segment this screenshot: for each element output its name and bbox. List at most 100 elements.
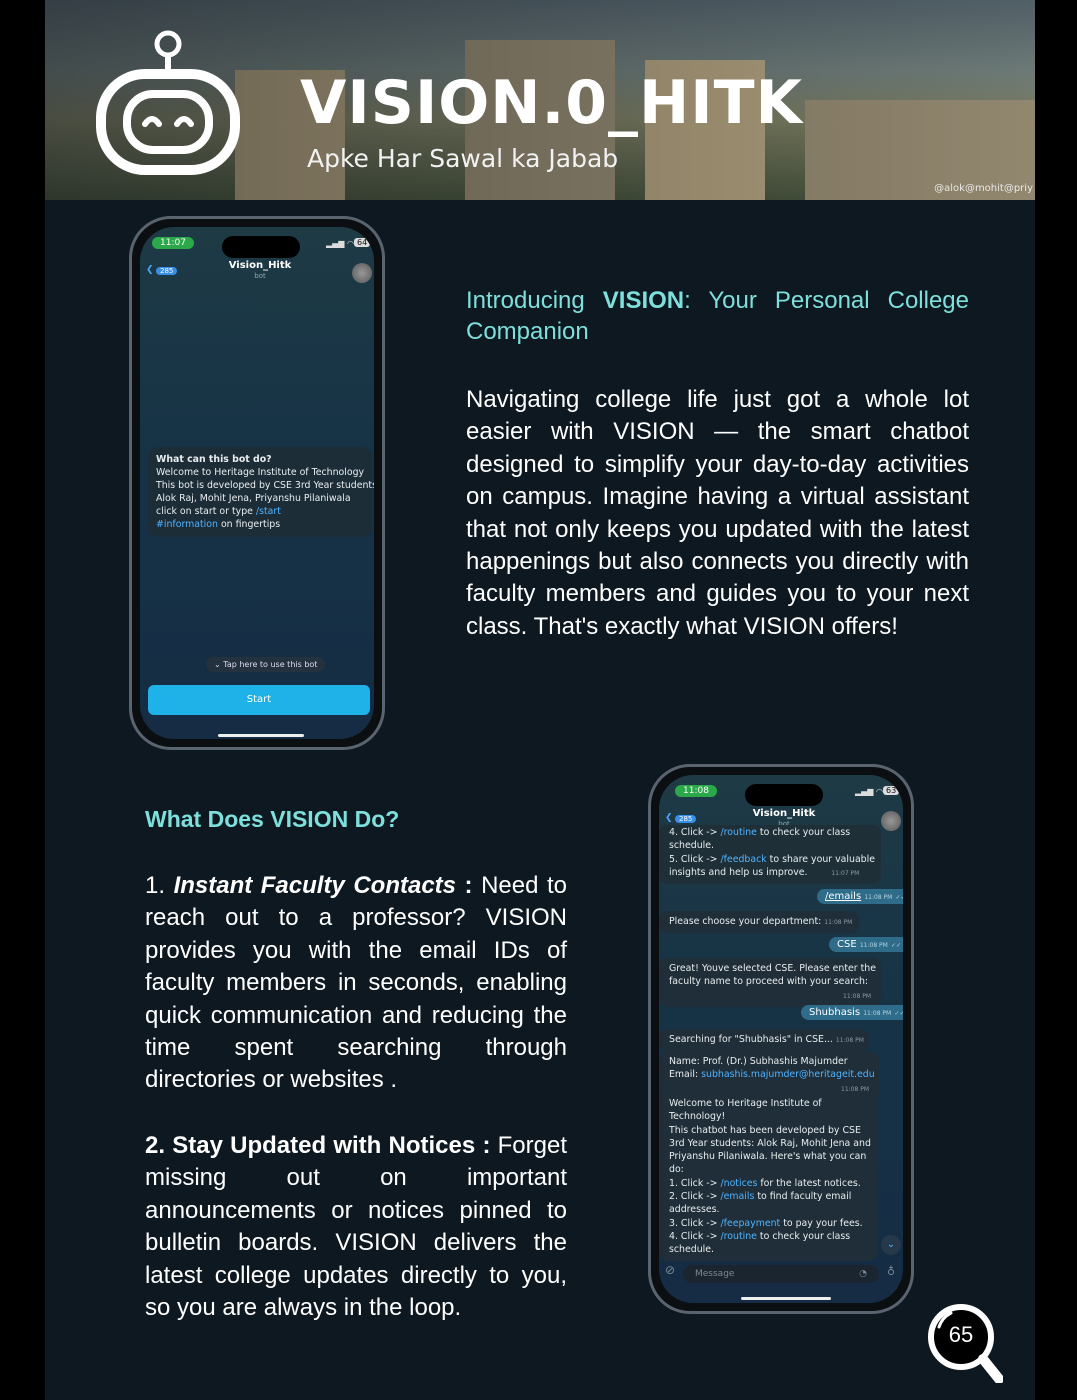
chevrons-down-icon: ⌄ xyxy=(214,660,224,669)
user-message: CSE 11:08 PM ✓✓ xyxy=(829,937,903,952)
routine-link[interactable]: /routine xyxy=(720,1231,756,1242)
message-text: 3. Click -> xyxy=(669,1217,721,1229)
item-separator: : xyxy=(475,1132,498,1159)
message-text: to check your class xyxy=(756,1230,851,1242)
bubble-line: This bot is developed by CSE 3rd Year st… xyxy=(156,480,374,491)
banner-title: VISION.0_HITK xyxy=(300,68,804,138)
dynamic-island xyxy=(222,236,300,258)
magazine-page: VISION.0_HITK Apke Har Sawal ka Jabab @a… xyxy=(45,0,1035,1400)
bubble-line: Welcome to Heritage Institute of Technol… xyxy=(156,467,365,478)
message-text: Searching for "Shubhasis" in CSE... xyxy=(669,1034,833,1045)
phone-screen: 11:08 ▂▄▆ ◠ 63 ❮ 285 Vision_Hitk bot 4. … xyxy=(659,775,903,1303)
notices-link[interactable]: /notices xyxy=(720,1178,757,1189)
microphone-icon[interactable]: ♁ xyxy=(887,1265,895,1278)
battery-indicator: 64 xyxy=(354,238,371,247)
intro-brand: VISION xyxy=(602,287,685,314)
message-text: 1. Click -> xyxy=(669,1177,721,1189)
phone-mockup-1: 11:07 ▂▄▆ ◠ 64 ❮ 285 Vision_Hitk bot Wha… xyxy=(129,216,385,750)
back-chevron-icon[interactable]: ❮ xyxy=(665,813,673,823)
message-text: This chatbot has been developed by CSE xyxy=(669,1124,861,1136)
signal-icon: ▂▄▆ ◠ xyxy=(855,787,883,796)
feature-item-2: 2. Stay Updated with Notices : Forget mi… xyxy=(145,1130,567,1324)
intro-paragraph: Navigating college life just got a whole… xyxy=(466,386,969,640)
item-separator: : xyxy=(456,872,482,899)
scroll-down-button[interactable]: ⌄ xyxy=(881,1235,901,1255)
hashtag-link[interactable]: #information xyxy=(156,519,218,530)
item-title: Stay Updated with Notices xyxy=(172,1132,476,1159)
message-placeholder: Message xyxy=(695,1269,735,1279)
message-time: 11:08 PM xyxy=(859,942,888,949)
intro-heading-line2: Companion xyxy=(466,318,589,345)
home-indicator xyxy=(218,734,304,737)
user-message: Shubhasis 11:08 PM ✓✓ xyxy=(801,1005,903,1020)
message-text: CSE xyxy=(837,939,857,950)
bot-avatar[interactable] xyxy=(352,263,372,283)
message-time: 11:08 PM xyxy=(843,992,871,1000)
message-text: 2. Click -> xyxy=(669,1191,721,1203)
section-heading: What Does VISION Do? xyxy=(145,806,400,832)
message-time: 11:08 PM xyxy=(864,894,893,901)
message-text: to find faculty email xyxy=(754,1191,852,1203)
feepayment-link[interactable]: /feepayment xyxy=(720,1218,780,1229)
battery-indicator: 63 xyxy=(883,786,900,795)
header-banner: VISION.0_HITK Apke Har Sawal ka Jabab @a… xyxy=(45,0,1035,200)
message-text: Great! Youve selected CSE. Please enter … xyxy=(669,963,877,974)
message-text: Priyanshu Pilaniwala. Here's what you ca… xyxy=(669,1151,867,1163)
message-text: schedule. xyxy=(669,840,714,852)
item-title: Instant Faculty Contacts xyxy=(173,872,457,899)
signal-icon: ▂▄▆ ◠ xyxy=(326,239,354,248)
emails-link[interactable]: /emails xyxy=(720,1191,754,1202)
intro-heading: Introducing VISION: Your Personal Colleg… xyxy=(466,284,969,317)
banner-tagline: Apke Har Sawal ka Jabab xyxy=(307,144,619,173)
message-text: Email: xyxy=(669,1069,702,1081)
bubble-line: on fingertips xyxy=(217,519,281,530)
message-time: 11:08 PM xyxy=(841,1085,869,1093)
read-check-icon: ✓✓ xyxy=(891,942,902,949)
status-time: 11:08 xyxy=(675,785,717,797)
robot-logo-icon xyxy=(96,30,240,175)
message-text: to pay your fees. xyxy=(780,1217,863,1229)
bot-message: Searching for "Shubhasis" in CSE... 11:0… xyxy=(659,1029,869,1052)
faculty-email-link[interactable]: subhashis.majumder@heritageit.edu xyxy=(701,1069,875,1080)
tap-hint[interactable]: ⌄ Tap here to use this bot xyxy=(206,657,326,672)
message-time: 11:08 PM xyxy=(835,1037,864,1044)
attach-icon[interactable]: ⊘ xyxy=(665,1263,675,1277)
bot-avatar[interactable] xyxy=(881,811,901,831)
emails-command[interactable]: /emails xyxy=(825,891,861,902)
message-text: 4. Click -> xyxy=(669,1230,721,1242)
phone-screen: 11:07 ▂▄▆ ◠ 64 ❮ 285 Vision_Hitk bot Wha… xyxy=(140,227,374,739)
message-text: Shubhasis xyxy=(809,1007,861,1018)
message-text: to check your class xyxy=(756,827,851,838)
page-number: 65 xyxy=(948,1322,974,1347)
message-time: 11:08 PM xyxy=(863,1010,892,1017)
feature-item-1: 1. Instant Faculty Contacts : Need to re… xyxy=(145,870,567,1097)
message-text: to share your valuable xyxy=(766,853,876,865)
message-text: addresses. xyxy=(669,1204,720,1216)
message-text: 5. Click -> xyxy=(669,853,721,865)
bot-message: Welcome to Heritage Institute of Technol… xyxy=(659,1093,877,1261)
sticker-icon[interactable]: ◔ xyxy=(859,1269,867,1279)
start-button[interactable]: Start xyxy=(148,685,370,715)
message-text: faculty name to proceed with your search… xyxy=(669,976,869,988)
back-chevron-icon[interactable]: ❮ xyxy=(146,265,154,275)
bubble-question: What can this bot do? xyxy=(156,454,272,465)
start-command-link[interactable]: /start xyxy=(256,506,281,517)
intro-rest: : Your Personal College xyxy=(684,287,969,314)
status-time: 11:07 xyxy=(152,237,194,249)
unread-badge: 285 xyxy=(156,267,178,275)
message-input[interactable]: Message ◔ xyxy=(683,1265,879,1283)
home-indicator xyxy=(741,1297,831,1300)
message-text: do: xyxy=(669,1164,684,1176)
routine-link[interactable]: /routine xyxy=(720,827,756,838)
read-check-icon: ✓✓ xyxy=(895,894,903,901)
unread-badge: 285 xyxy=(675,815,697,823)
chat-title: Vision_Hitk xyxy=(228,260,292,271)
intro-pre: Introducing xyxy=(466,287,603,314)
item-text: Forget missing out on important announce… xyxy=(145,1132,568,1322)
user-message: /emails 11:08 PM ✓✓ xyxy=(817,889,903,904)
bot-description-bubble: What can this bot do? Welcome to Heritag… xyxy=(148,447,374,537)
message-text: 4. Click -> xyxy=(669,827,721,838)
feedback-link[interactable]: /feedback xyxy=(720,854,766,865)
item-number: 2. xyxy=(145,1132,173,1159)
message-text: Technology! xyxy=(669,1111,726,1123)
